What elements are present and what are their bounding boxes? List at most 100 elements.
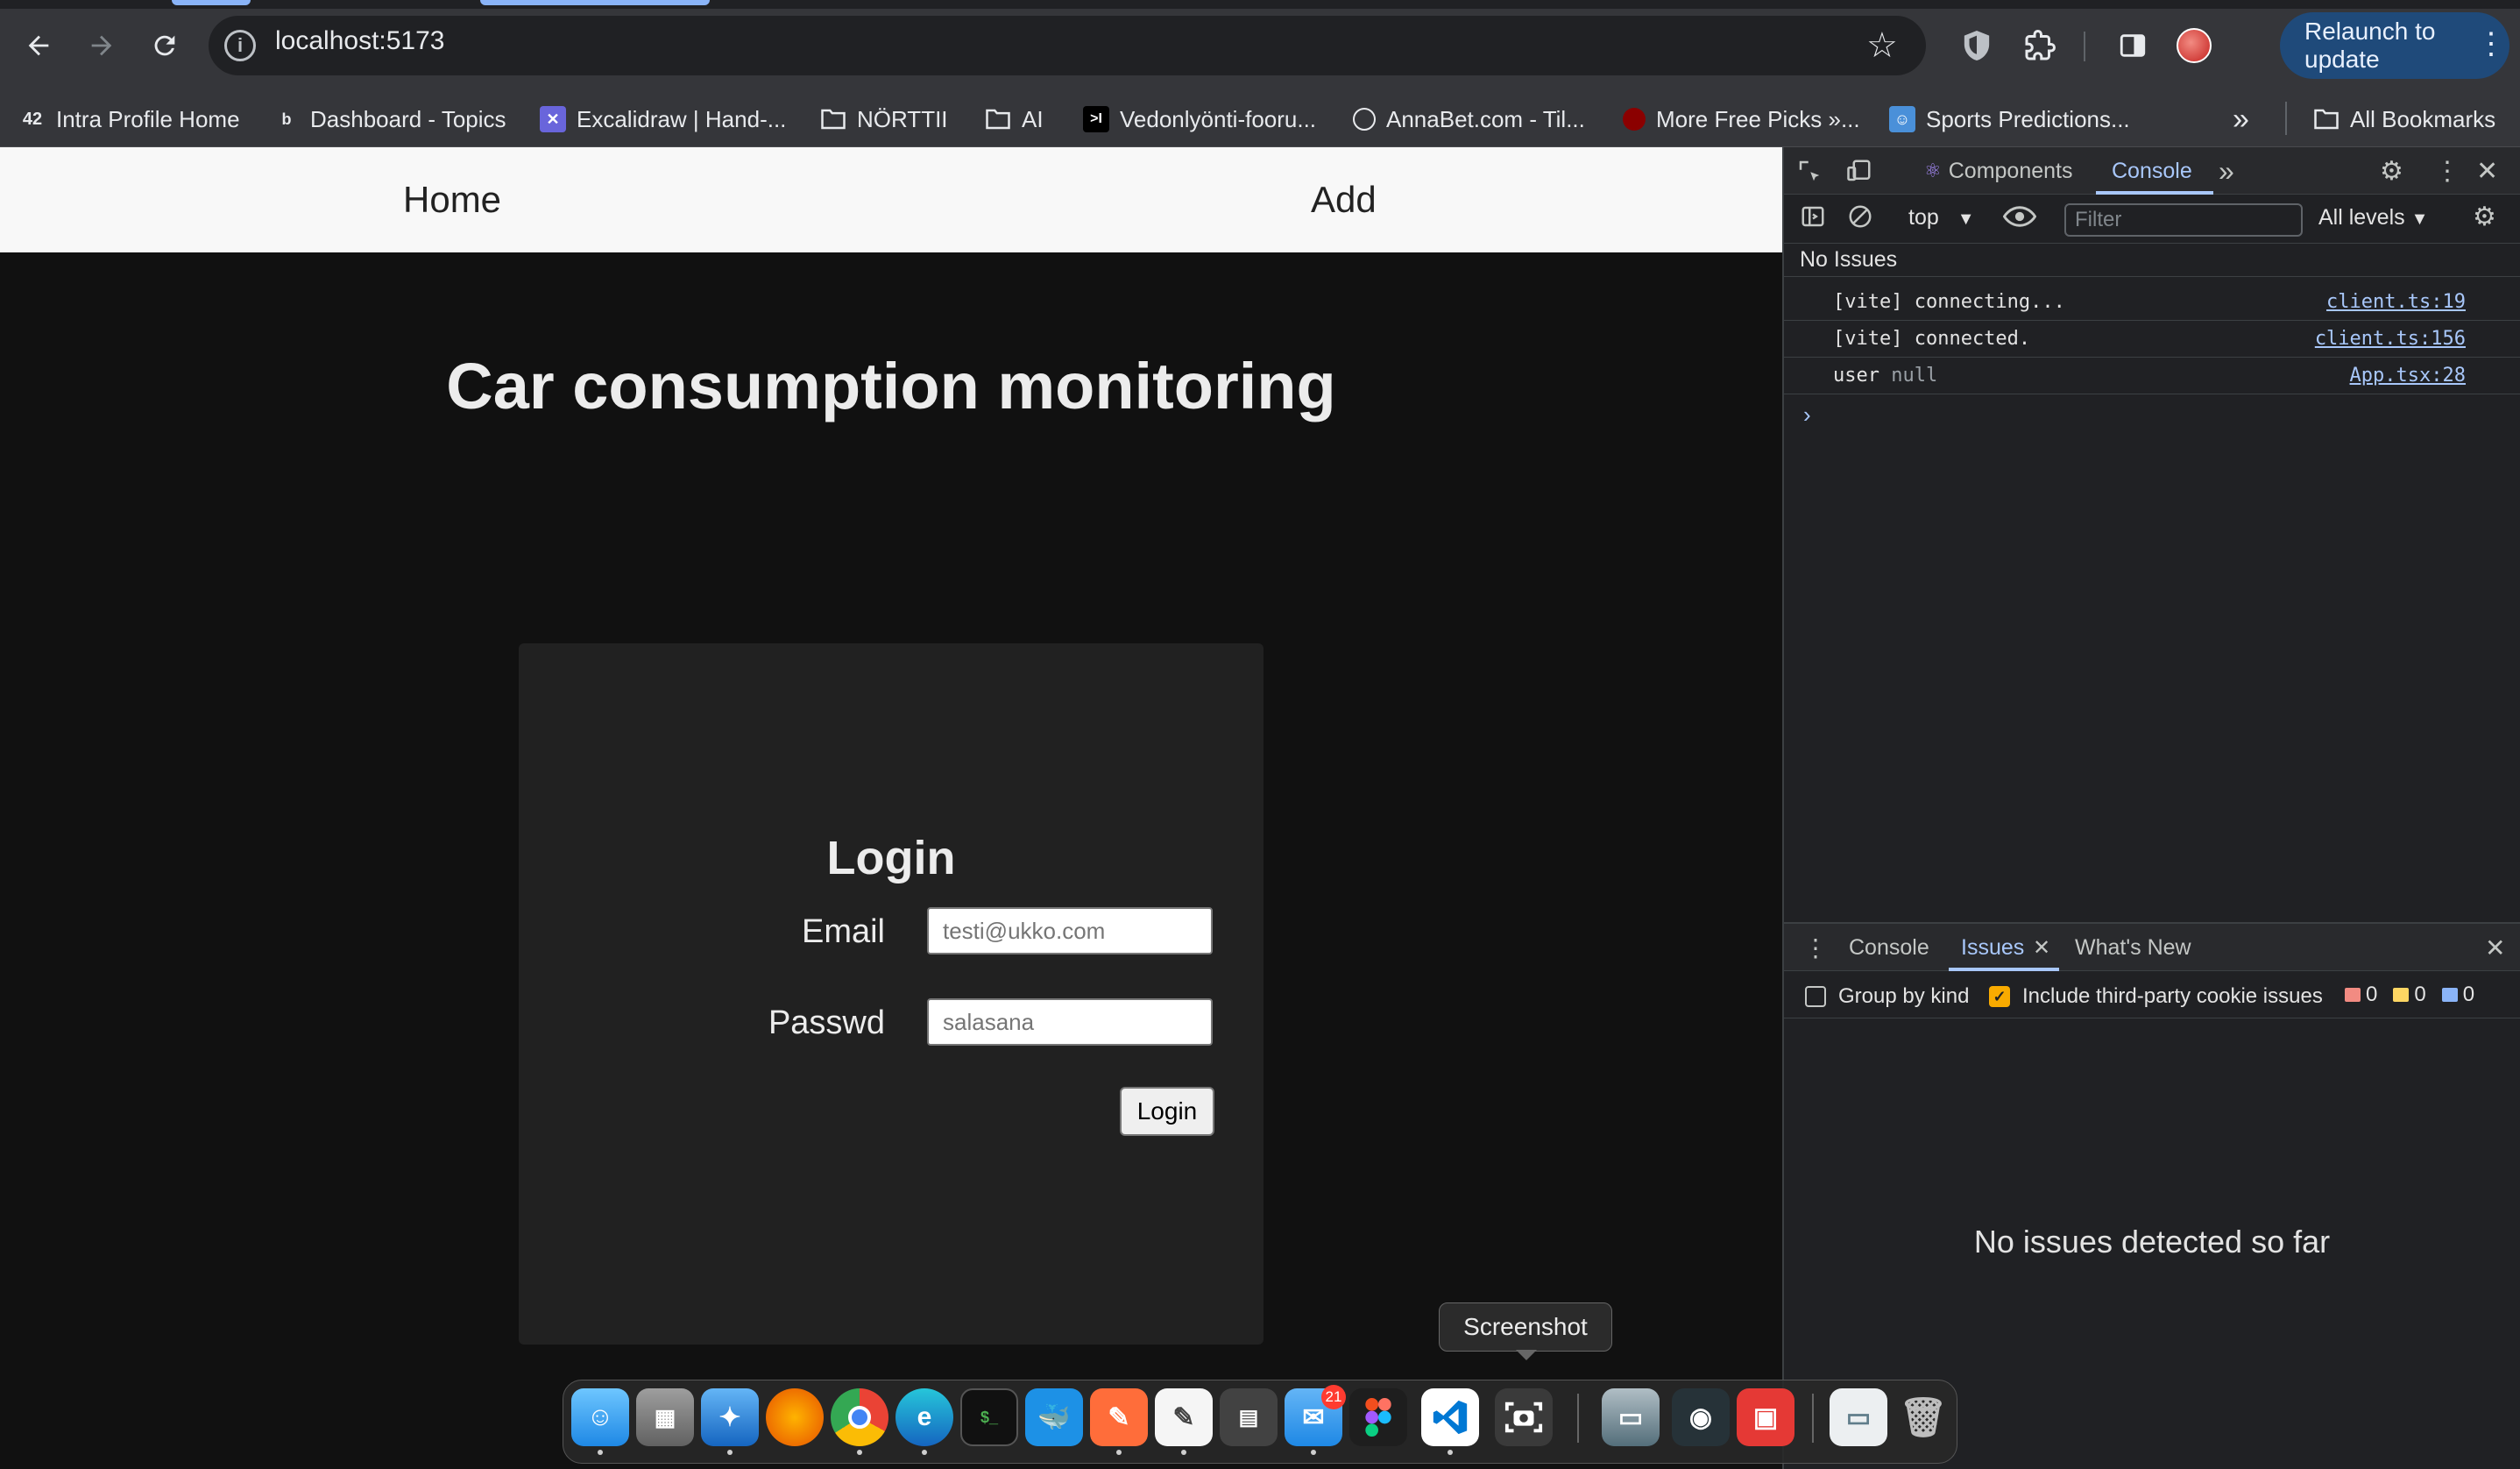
issues-summary[interactable]: No Issues bbox=[1784, 244, 2520, 277]
nav-link-add[interactable]: Add bbox=[1311, 147, 1377, 252]
side-panel-icon[interactable] bbox=[2113, 26, 2152, 65]
bookmark-excalidraw[interactable]: ✕ Excalidraw | Hand-... bbox=[540, 91, 786, 147]
close-devtools-icon[interactable]: ✕ bbox=[2476, 147, 2498, 195]
tab-indicator[interactable] bbox=[480, 0, 710, 5]
more-bookmarks-button[interactable]: » bbox=[2233, 91, 2249, 147]
chrome-icon[interactable] bbox=[831, 1388, 888, 1446]
context-select[interactable]: top ▼ bbox=[1908, 205, 1975, 231]
drawer-menu-icon[interactable]: ⋮ bbox=[1803, 924, 1828, 971]
close-issues-tab-icon[interactable]: ✕ bbox=[2033, 924, 2050, 971]
launchpad-icon[interactable]: ▦ bbox=[636, 1388, 694, 1446]
edge-icon[interactable]: e bbox=[895, 1388, 953, 1446]
nav-link-home[interactable]: Home bbox=[403, 147, 501, 252]
login-button[interactable]: Login bbox=[1120, 1087, 1214, 1136]
bookmark-folder-ai[interactable]: AI bbox=[985, 91, 1044, 147]
tooltip-arrow bbox=[1516, 1350, 1537, 1360]
devtools-menu-icon[interactable]: ⋮ bbox=[2434, 147, 2460, 195]
profile-avatar[interactable] bbox=[2177, 28, 2212, 63]
chrome-app-window-icon[interactable]: ▭ bbox=[1830, 1388, 1887, 1446]
console-settings-gear-icon[interactable]: ⚙ bbox=[2473, 202, 2496, 232]
address-bar[interactable] bbox=[209, 16, 1926, 75]
email-field[interactable]: testi@ukko.com bbox=[927, 907, 1213, 954]
issue-counts[interactable]: 0 0 0 bbox=[2345, 983, 2474, 1007]
menu-kebab-icon[interactable]: ⋮ bbox=[2476, 26, 2506, 61]
screenshot-icon[interactable] bbox=[1495, 1388, 1553, 1446]
forward-button[interactable] bbox=[81, 25, 123, 67]
bookmark-sports-predictions[interactable]: ☺ Sports Predictions... bbox=[1889, 91, 2130, 147]
bookmark-folder-norttii[interactable]: NÖRTTII bbox=[820, 91, 948, 147]
log-message: [vite] connecting... bbox=[1833, 291, 2065, 313]
running-indicator bbox=[922, 1450, 927, 1455]
docker-icon[interactable]: 🐳 bbox=[1025, 1388, 1083, 1446]
bookmark-more-free-picks[interactable]: More Free Picks »... bbox=[1623, 91, 1860, 147]
inspect-element-icon[interactable] bbox=[1796, 147, 1823, 195]
bookmark-intra-profile[interactable]: 42 Intra Profile Home bbox=[19, 91, 240, 147]
terminal-icon[interactable]: $_ bbox=[960, 1388, 1018, 1446]
bookmark-vedonlyonti[interactable]: >I Vedonlyönti-fooru... bbox=[1083, 91, 1316, 147]
error-count: 0 bbox=[2366, 983, 2378, 1006]
tab-components[interactable]: ⚛ Components bbox=[1924, 147, 2072, 195]
address-text[interactable]: localhost:5173 bbox=[275, 26, 444, 56]
safari-icon[interactable]: ✦ bbox=[701, 1388, 759, 1446]
site-info-icon[interactable]: i bbox=[224, 30, 256, 61]
vscode-icon[interactable] bbox=[1421, 1388, 1479, 1446]
back-button[interactable] bbox=[18, 25, 60, 67]
pdf-app-icon[interactable]: ▣ bbox=[1737, 1388, 1794, 1446]
all-bookmarks-label: All Bookmarks bbox=[2350, 105, 2496, 132]
drawer-tab-issues[interactable]: Issues bbox=[1961, 924, 2024, 971]
group-by-kind-checkbox[interactable]: Group by kind bbox=[1805, 984, 1969, 1009]
firefox-icon[interactable] bbox=[766, 1388, 824, 1446]
finder-icon[interactable]: ☺ bbox=[571, 1388, 629, 1446]
bookmark-label: Sports Predictions... bbox=[1926, 105, 2130, 132]
log-levels-select[interactable]: All levels ▼ bbox=[2318, 205, 2428, 231]
all-bookmarks-button[interactable]: All Bookmarks bbox=[2313, 91, 2495, 147]
dock-tooltip: Screenshot bbox=[1439, 1302, 1612, 1352]
dock-separator bbox=[1812, 1394, 1814, 1443]
relaunch-to-update-button[interactable]: Relaunch to update bbox=[2280, 12, 2509, 79]
info-icon bbox=[2441, 988, 2458, 1002]
shield-extension-icon[interactable] bbox=[1957, 26, 1996, 65]
reload-icon bbox=[154, 35, 175, 56]
photo-booth-icon[interactable]: ◉ bbox=[1672, 1388, 1730, 1446]
preview-icon[interactable]: ▭ bbox=[1602, 1388, 1660, 1446]
extensions-puzzle-icon[interactable] bbox=[2021, 26, 2059, 65]
running-indicator bbox=[1311, 1450, 1316, 1455]
drawer-tab-whats-new[interactable]: What's New bbox=[2075, 924, 2191, 971]
console-log-row: [vite] connected. client.ts:156 bbox=[1784, 321, 2520, 358]
more-bookmarks-label: » bbox=[2233, 102, 2249, 136]
trash-icon[interactable]: 🗑 bbox=[1894, 1388, 1952, 1446]
bookmark-star-icon[interactable]: ☆ bbox=[1866, 26, 1898, 65]
bookmark-label: Vedonlyönti-fooru... bbox=[1120, 105, 1317, 132]
reload-button[interactable] bbox=[144, 25, 186, 67]
clear-console-icon[interactable] bbox=[1847, 203, 1873, 234]
bookmark-label: More Free Picks »... bbox=[1656, 105, 1860, 132]
log-source-link[interactable]: client.ts:156 bbox=[2315, 328, 2466, 350]
bookmark-annabet[interactable]: AnnaBet.com - Til... bbox=[1353, 91, 1585, 147]
log-source-link[interactable]: App.tsx:28 bbox=[2350, 365, 2466, 387]
running-indicator bbox=[857, 1450, 862, 1455]
calculator-icon[interactable]: ▤ bbox=[1220, 1388, 1278, 1446]
bookmark-dashboard-topics[interactable]: b Dashboard - Topics bbox=[273, 91, 506, 147]
sidebar-toggle-icon[interactable] bbox=[1800, 203, 1826, 234]
warning-count: 0 bbox=[2414, 983, 2426, 1006]
password-label: Passwd bbox=[768, 1004, 885, 1041]
figma-icon[interactable] bbox=[1349, 1388, 1407, 1446]
postman-icon[interactable]: ✎ bbox=[1090, 1388, 1148, 1446]
close-drawer-icon[interactable]: ✕ bbox=[2485, 924, 2505, 971]
textedit-icon[interactable]: ✎ bbox=[1155, 1388, 1213, 1446]
console-prompt[interactable]: › bbox=[1803, 401, 1811, 429]
password-field[interactable]: salasana bbox=[927, 998, 1213, 1046]
tab-indicator[interactable] bbox=[172, 0, 251, 5]
ball-icon bbox=[1353, 108, 1376, 131]
drawer-tab-console[interactable]: Console bbox=[1849, 924, 1929, 971]
chevron-down-icon: ▼ bbox=[2410, 209, 2429, 229]
settings-gear-icon[interactable]: ⚙ bbox=[2380, 147, 2403, 195]
live-expression-eye-icon[interactable] bbox=[2002, 203, 2037, 234]
log-source-link[interactable]: client.ts:19 bbox=[2326, 291, 2466, 313]
tab-console[interactable]: Console bbox=[2112, 147, 2192, 195]
third-party-cookie-checkbox[interactable]: ✓ Include third-party cookie issues bbox=[1989, 984, 2323, 1009]
more-tabs-button[interactable]: » bbox=[2219, 147, 2234, 195]
tab-strip bbox=[0, 0, 2520, 9]
device-toolbar-icon[interactable] bbox=[1845, 147, 1873, 195]
console-filter-input[interactable]: Filter bbox=[2064, 203, 2303, 237]
